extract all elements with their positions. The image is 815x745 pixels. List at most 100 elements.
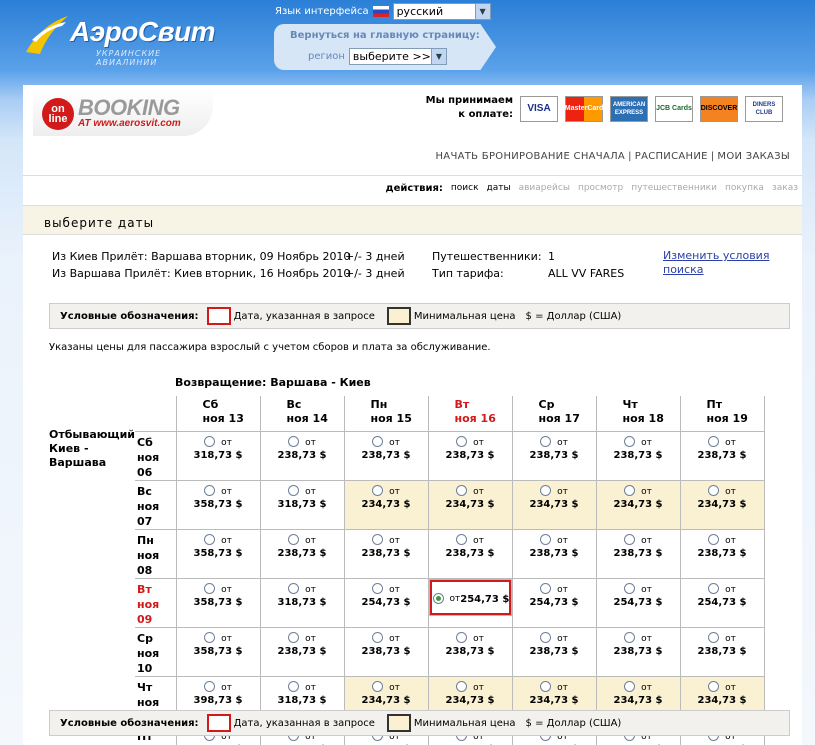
fare-radio[interactable]	[708, 436, 720, 447]
fare-radio[interactable]	[288, 583, 300, 594]
price-cell[interactable]: от 254,73 $	[428, 578, 512, 616]
price-cell[interactable]: от 358,73 $	[175, 479, 261, 530]
region-select[interactable]: выберите >> ▼	[348, 48, 447, 65]
fare-radio[interactable]	[540, 583, 552, 594]
fare-radio[interactable]	[204, 436, 216, 447]
fare-radio[interactable]	[624, 681, 636, 692]
from-label: от	[641, 584, 652, 595]
fare-radio[interactable]	[288, 436, 300, 447]
fare-radio[interactable]	[708, 681, 720, 692]
price-cell[interactable]: от 318,73 $	[175, 430, 261, 481]
price-cell[interactable]: от 358,73 $	[175, 577, 261, 628]
price-cell[interactable]: от238,73 $	[595, 430, 681, 481]
price-cell[interactable]: от238,73 $	[259, 626, 345, 677]
table-row: Сб ноя 06 от 318,73 $ от 238,73 $ от 238,73 $ от…	[135, 430, 765, 481]
fare-radio[interactable]	[456, 436, 468, 447]
language-select[interactable]: русский ▼	[392, 2, 491, 20]
price-cell[interactable]: от238,73 $	[343, 626, 429, 677]
return-flex: +/- 3 дней	[345, 267, 405, 280]
price-cell[interactable]: от238,73 $	[343, 528, 429, 579]
fare-radio[interactable]	[624, 485, 636, 496]
fare-radio[interactable]	[708, 632, 720, 643]
fare-radio[interactable]	[204, 534, 216, 545]
price-cell[interactable]: от238,73 $	[679, 626, 765, 677]
fare-radio[interactable]	[708, 534, 720, 545]
price-cell[interactable]: от 254,73 $	[343, 577, 429, 628]
price-cell[interactable]: от238,73 $	[427, 430, 513, 481]
price-cell[interactable]: от238,73 $	[427, 528, 513, 579]
language-selector: Язык интерфейса русский ▼	[275, 2, 491, 20]
fare-radio[interactable]	[708, 583, 720, 594]
price-cell[interactable]: от 254,73 $	[595, 577, 681, 628]
fare-radio[interactable]	[624, 583, 636, 594]
fare-radio[interactable]	[372, 534, 384, 545]
price-cell[interactable]: от 234,73 $	[343, 479, 429, 530]
fare-radio[interactable]	[288, 534, 300, 545]
price-cell[interactable]: от238,73 $	[259, 528, 345, 579]
fare-radio[interactable]	[288, 681, 300, 692]
fare-radio[interactable]	[540, 681, 552, 692]
fare-radio[interactable]	[288, 485, 300, 496]
fare-radio[interactable]	[372, 681, 384, 692]
fare-radio[interactable]	[204, 485, 216, 496]
price-cell[interactable]: от 234,73 $	[427, 479, 513, 530]
fare-radio[interactable]	[540, 534, 552, 545]
from-label: от	[725, 584, 736, 595]
fare-radio[interactable]	[456, 485, 468, 496]
price-cell[interactable]: от 234,73 $	[511, 479, 597, 530]
russia-flag-icon	[372, 5, 389, 17]
fare-radio[interactable]	[204, 681, 216, 692]
fare-radio[interactable]	[624, 632, 636, 643]
price-cell[interactable]: от 254,73 $	[511, 577, 597, 628]
fare-radio[interactable]	[288, 632, 300, 643]
from-label: от	[221, 437, 232, 448]
fare-radio[interactable]	[432, 593, 444, 604]
fare-radio[interactable]	[540, 632, 552, 643]
price-cell[interactable]: от 358,73 $	[175, 528, 261, 579]
price-cell[interactable]: от238,73 $	[511, 528, 597, 579]
fare-radio[interactable]	[624, 436, 636, 447]
my-orders-link[interactable]: МОИ ЗАКАЗЫ	[714, 151, 793, 162]
price-cell[interactable]: от238,73 $	[259, 430, 345, 481]
schedule-link[interactable]: РАСПИСАНИЕ	[632, 151, 711, 162]
fare-radio[interactable]	[456, 534, 468, 545]
price-cell[interactable]: от238,73 $	[511, 430, 597, 481]
fare-radio[interactable]	[540, 485, 552, 496]
legend-currency: $ = Доллар (США)	[525, 310, 622, 322]
aerosvit-logo[interactable]: АэроСвит УКРАИНСКИЕ АВИАЛИНИИ	[22, 12, 222, 67]
price-cell[interactable]: от 358,73 $	[175, 626, 261, 677]
price-cell[interactable]: от238,73 $	[595, 528, 681, 579]
change-search-link[interactable]: Изменить условия поиска	[663, 249, 773, 277]
fare-radio[interactable]	[204, 583, 216, 594]
price-value: 234,73 $	[361, 694, 411, 706]
price-cell[interactable]: от238,73 $	[343, 430, 429, 481]
fare-radio[interactable]	[372, 485, 384, 496]
step-search[interactable]: поиск	[451, 183, 479, 194]
fare-radio[interactable]	[372, 583, 384, 594]
price-cell[interactable]: от 234,73 $	[679, 479, 765, 530]
legend-bottom: Условные обозначения: Дата, указанная в …	[49, 710, 790, 736]
date-price-grid: Сб ноя 13 Вс ноя 14 Пн ноя 15 Вт ноя 16 Ср ноя 17…	[135, 396, 765, 745]
fare-radio[interactable]	[204, 632, 216, 643]
fare-radio[interactable]	[624, 534, 636, 545]
fare-radio[interactable]	[456, 632, 468, 643]
price-cell[interactable]: от 318,73 $	[259, 479, 345, 530]
price-cell[interactable]: от 234,73 $	[595, 479, 681, 530]
from-label: от	[473, 486, 484, 497]
price-cell[interactable]: от238,73 $	[427, 626, 513, 677]
from-label: от	[305, 535, 316, 546]
from-label: от	[221, 633, 232, 644]
fare-radio[interactable]	[456, 681, 468, 692]
restart-booking-link[interactable]: НАЧАТЬ БРОНИРОВАНИЕ СНАЧАЛА	[432, 151, 628, 162]
departure-title: Отбывающий: Киев - Варшава	[49, 428, 140, 469]
price-cell[interactable]: от 254,73 $	[679, 577, 765, 628]
price-cell[interactable]: от238,73 $	[679, 528, 765, 579]
price-cell[interactable]: от238,73 $	[595, 626, 681, 677]
price-cell[interactable]: от 318,73 $	[259, 577, 345, 628]
fare-radio[interactable]	[372, 436, 384, 447]
fare-radio[interactable]	[540, 436, 552, 447]
price-cell[interactable]: от238,73 $	[511, 626, 597, 677]
price-cell[interactable]: от238,73 $	[679, 430, 765, 481]
fare-radio[interactable]	[372, 632, 384, 643]
fare-radio[interactable]	[708, 485, 720, 496]
